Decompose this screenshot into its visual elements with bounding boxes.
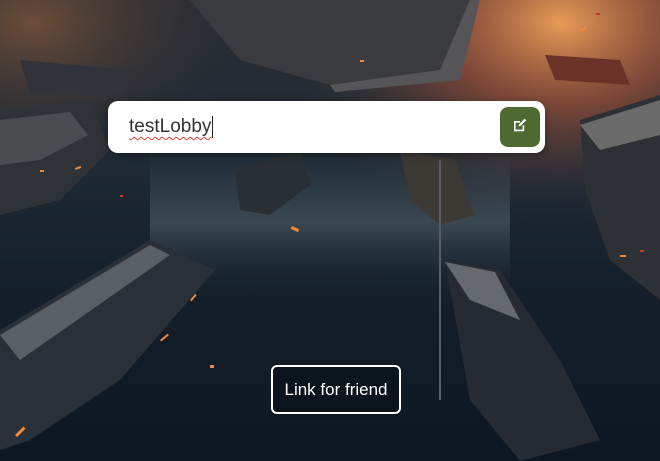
lobby-name-value: testLobby — [129, 116, 212, 137]
edit-lobby-name-button[interactable] — [500, 107, 540, 147]
link-for-friend-button[interactable]: Link for friend — [271, 365, 401, 414]
lobby-screen: testLobby Link for friend — [0, 0, 660, 461]
text-caret — [212, 115, 214, 138]
lobby-name-box: testLobby — [108, 101, 545, 153]
link-for-friend-label: Link for friend — [284, 379, 388, 399]
lobby-name-input[interactable]: testLobby — [108, 101, 488, 153]
edit-icon — [512, 117, 528, 138]
